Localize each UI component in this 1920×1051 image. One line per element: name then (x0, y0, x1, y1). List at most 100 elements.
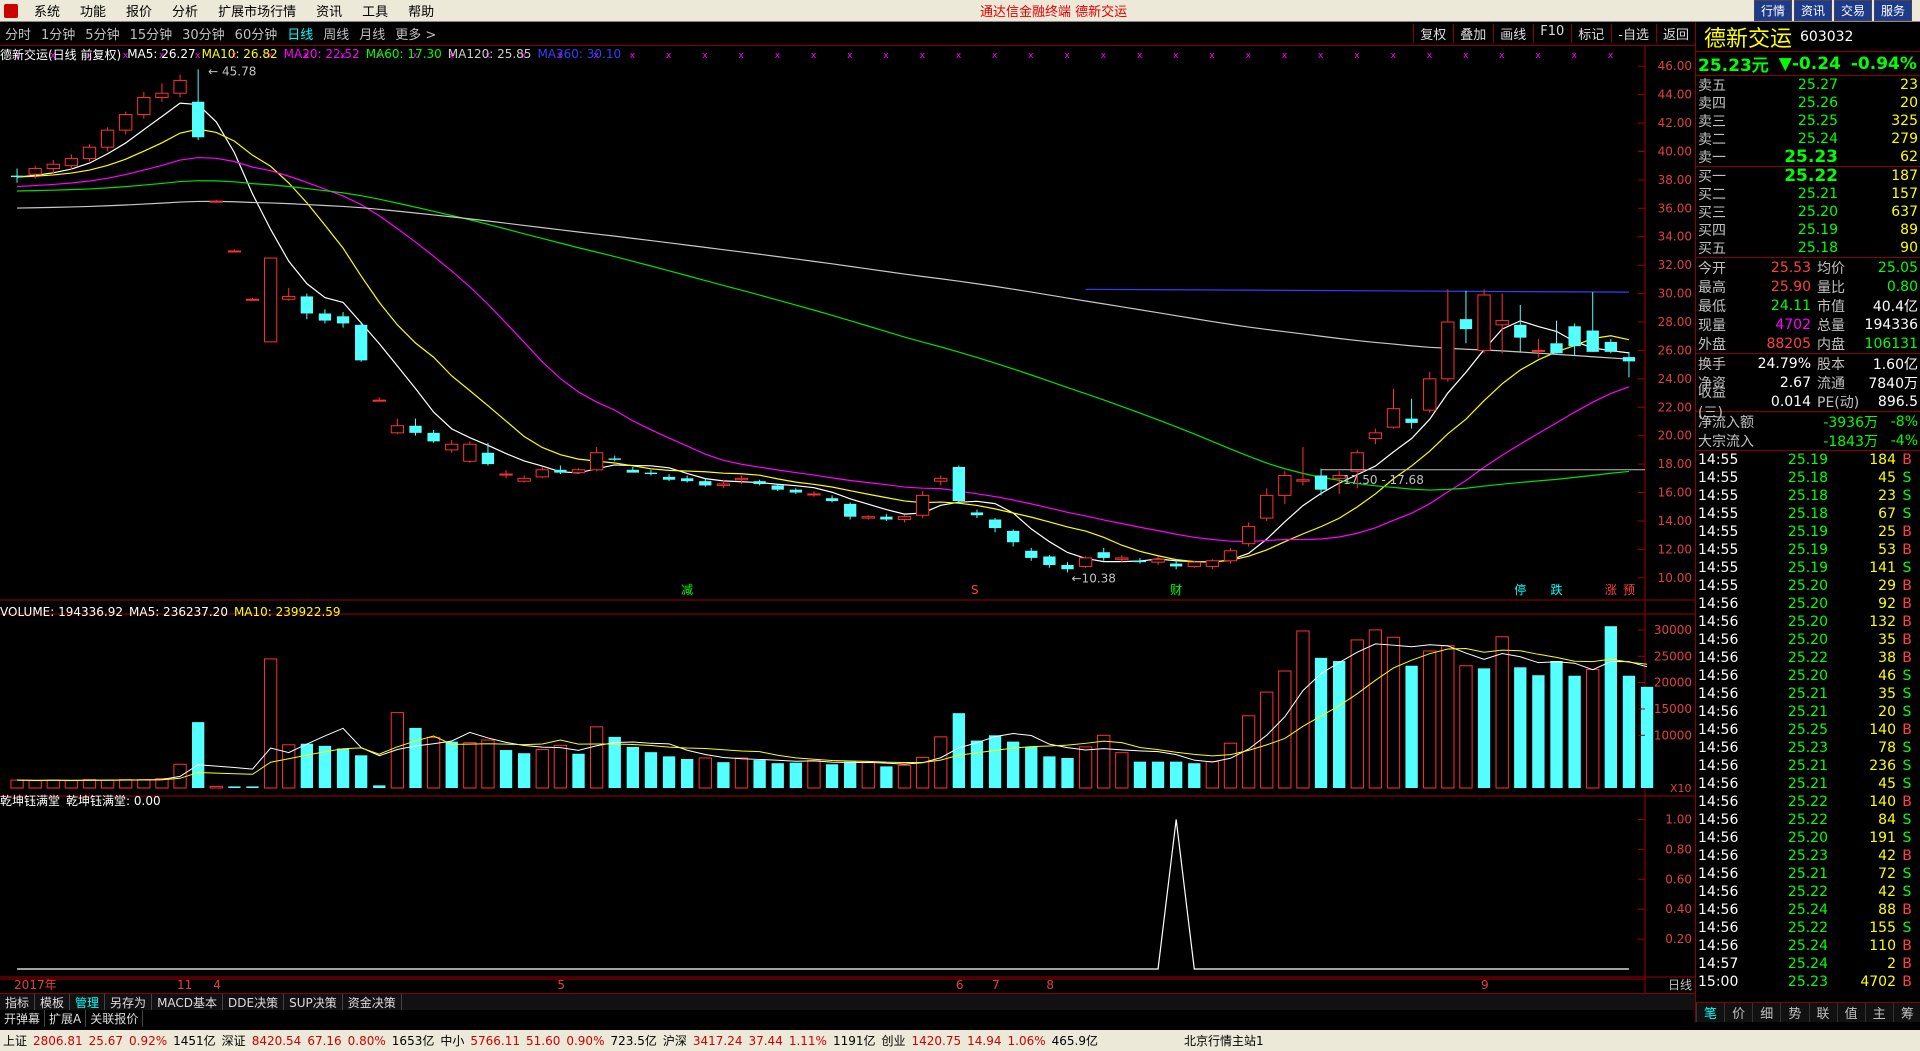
tab-manage[interactable]: 管理 (70, 994, 106, 1010)
tick-row[interactable]: 14:56 25.20 46 S (1696, 667, 1920, 685)
tick-row[interactable]: 14:55 25.18 67 S (1696, 505, 1920, 523)
index-name[interactable]: 深证 (219, 1032, 249, 1049)
kline-chart[interactable]: 46.00 44.00 42.00 40.00 38.00 36.00 34.00 32.00… (0, 46, 1695, 993)
tick-row[interactable]: 14:56 25.25 140 B (1696, 721, 1920, 739)
tick-row[interactable]: 14:55 25.19 25 B (1696, 523, 1920, 541)
top-btn-quote[interactable]: 行情 (1753, 0, 1792, 21)
tick-row[interactable]: 14:56 25.20 191 S (1696, 829, 1920, 847)
tick-row[interactable]: 14:56 25.20 35 B (1696, 631, 1920, 649)
tick-row[interactable]: 14:56 25.21 20 S (1696, 703, 1920, 721)
tool-f10[interactable]: F10 (1533, 24, 1570, 43)
period-60min[interactable]: 60分钟 (230, 24, 283, 43)
tab-related-quote[interactable]: 关联报价 (86, 1010, 144, 1027)
quote-tab[interactable]: 联 (1808, 1003, 1837, 1022)
index-name[interactable]: 上证 (0, 1032, 30, 1049)
tab-indicator[interactable]: 指标 (0, 994, 36, 1010)
menu-news[interactable]: 资讯 (306, 1, 352, 20)
candle-body (155, 92, 169, 98)
tab-ext-a[interactable]: 扩展A (45, 1010, 87, 1027)
tick-row[interactable]: 14:55 25.19 141 S (1696, 559, 1920, 577)
tick-row[interactable]: 14:56 25.20 92 B (1696, 595, 1920, 613)
tab-macd[interactable]: MACD基本 (152, 994, 224, 1010)
quote-tab[interactable]: 势 (1780, 1003, 1808, 1022)
tab-save-as[interactable]: 另存为 (105, 994, 153, 1010)
tab-dde[interactable]: DDE决策 (223, 994, 285, 1010)
tool-adjust[interactable]: 复权 (1413, 24, 1452, 43)
tick-row[interactable]: 14:56 25.23 78 S (1696, 739, 1920, 757)
index-name[interactable]: 中小 (437, 1032, 467, 1049)
tool-back[interactable]: 返回 (1655, 24, 1695, 43)
price-tick: 16.00 (1658, 486, 1692, 500)
period-15min[interactable]: 15分钟 (125, 24, 178, 43)
tab-template[interactable]: 模板 (35, 994, 71, 1010)
tool-overlay[interactable]: 叠加 (1453, 24, 1492, 43)
top-btn-news[interactable]: 资讯 (1793, 0, 1832, 21)
order-price: 25.25 (1797, 113, 1838, 129)
period-monthly[interactable]: 月线 (354, 24, 390, 43)
top-btn-service[interactable]: 服务 (1873, 0, 1912, 21)
period-1min[interactable]: 1分钟 (36, 24, 80, 43)
tool-draw[interactable]: 画线 (1493, 24, 1532, 43)
index-name[interactable]: 创业 (879, 1032, 909, 1049)
tick-list[interactable]: 14:55 25.19 184 B 14:55 25.18 45 S 14:55 25.18 23 S… (1696, 451, 1920, 991)
tick-row[interactable]: 14:56 25.20 132 B (1696, 613, 1920, 631)
quote-tab[interactable]: 主 (1864, 1003, 1893, 1022)
menu-analysis[interactable]: 分析 (162, 1, 208, 20)
stat-value: 88205 (1766, 335, 1811, 352)
tick-row[interactable]: 14:57 25.24 2 B (1696, 955, 1920, 973)
candle-body (571, 469, 586, 474)
tick-row[interactable]: 14:56 25.22 140 B (1696, 793, 1920, 811)
tool-mark[interactable]: 标记 (1571, 24, 1610, 43)
tick-row[interactable]: 14:56 25.22 155 S (1696, 919, 1920, 937)
tick-row[interactable]: 14:55 25.20 29 B (1696, 577, 1920, 595)
period-30min[interactable]: 30分钟 (177, 24, 230, 43)
tab-fund[interactable]: 资金决策 (343, 994, 402, 1010)
tick-row[interactable]: 14:56 25.24 88 B (1696, 901, 1920, 919)
tick-row[interactable]: 15:00 25.23 4702 B (1696, 973, 1920, 991)
quote-tab[interactable]: 细 (1752, 1003, 1780, 1022)
period-weekly[interactable]: 周线 (318, 24, 354, 43)
tab-danmaku[interactable]: 开弹幕 (0, 1010, 46, 1027)
quote-tab[interactable]: 筹 (1892, 1003, 1920, 1022)
tick-row[interactable]: 14:56 25.22 84 S (1696, 811, 1920, 829)
tick-row[interactable]: 14:56 25.21 45 S (1696, 775, 1920, 793)
tick-row[interactable]: 14:56 25.21 72 S (1696, 865, 1920, 883)
index-name[interactable]: 沪深 (660, 1032, 690, 1049)
period-timeline[interactable]: 分时 (0, 24, 36, 43)
tick-row[interactable]: 14:55 25.18 45 S (1696, 469, 1920, 487)
tick-row[interactable]: 14:56 25.22 42 S (1696, 883, 1920, 901)
quote-tab[interactable]: 笔 (1696, 1003, 1724, 1022)
tick-row[interactable]: 14:55 25.18 23 S (1696, 487, 1920, 505)
tool-watchlist[interactable]: -自选 (1611, 24, 1655, 43)
quote-tab[interactable]: 值 (1836, 1003, 1865, 1022)
quote-stats-2: 换手 24.79% 股本 1.60亿 净资 2.67 流通 7840万 收益(三) 0.014 PE… (1696, 354, 1920, 421)
ma5-label: MA5: 26.27 (127, 47, 196, 61)
menu-tools[interactable]: 工具 (352, 1, 398, 20)
period-daily[interactable]: 日线 (282, 24, 318, 43)
period-5min[interactable]: 5分钟 (80, 24, 124, 43)
menu-help[interactable]: 帮助 (398, 1, 444, 20)
tick-row[interactable]: 14:55 25.19 184 B (1696, 451, 1920, 469)
tick-row[interactable]: 14:55 25.19 53 B (1696, 541, 1920, 559)
menu-system[interactable]: 系统 (24, 1, 70, 20)
x-axis-label: 9 (1481, 978, 1489, 992)
stat-label: PE(动) (1817, 394, 1860, 411)
tick-row[interactable]: 14:56 25.21 35 S (1696, 685, 1920, 703)
menu-ext-market[interactable]: 扩展市场行情 (208, 1, 306, 20)
tick-row[interactable]: 14:56 25.23 42 B (1696, 847, 1920, 865)
stock-name: 德新交运 (1704, 26, 1793, 52)
quote-tab[interactable]: 价 (1724, 1003, 1752, 1022)
tab-sup[interactable]: SUP决策 (284, 994, 343, 1010)
tick-row[interactable]: 14:56 25.21 236 S (1696, 757, 1920, 775)
menu-function[interactable]: 功能 (70, 1, 116, 20)
volume-bar (1459, 665, 1473, 789)
menu-quote[interactable]: 报价 (116, 1, 162, 20)
tick-row[interactable]: 14:56 25.24 110 B (1696, 937, 1920, 955)
top-marker: x (1499, 51, 1505, 61)
volume-bar (373, 785, 386, 788)
period-more[interactable]: 更多 > (390, 24, 441, 43)
order-book-row: 买三 25.20 637 (1696, 203, 1920, 221)
top-btn-trade[interactable]: 交易 (1833, 0, 1872, 21)
tick-time: 14:56 (1698, 650, 1739, 666)
tick-row[interactable]: 14:56 25.22 38 B (1696, 649, 1920, 667)
